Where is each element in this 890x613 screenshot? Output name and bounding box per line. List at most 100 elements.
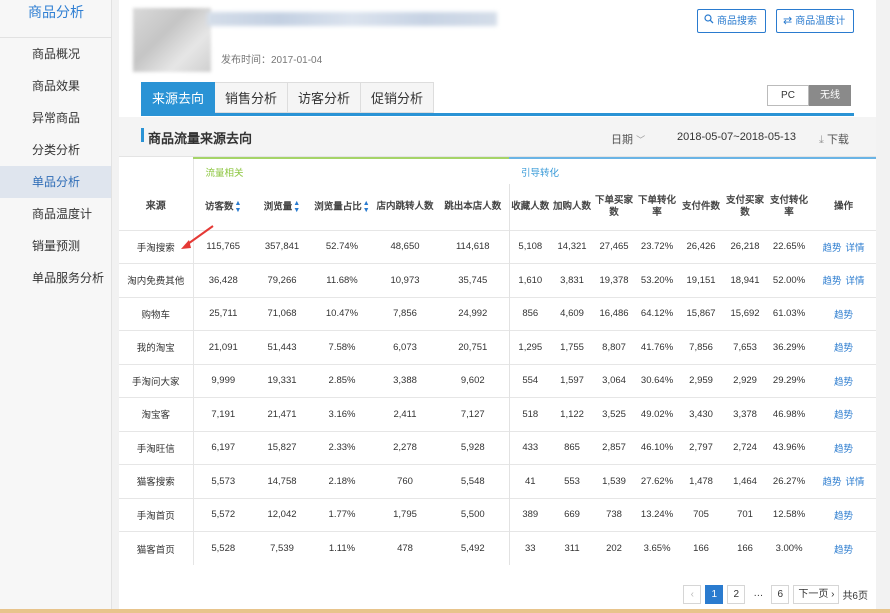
sidebar-item[interactable]: 销量预测 [0, 230, 111, 262]
trend-link[interactable]: 趋势 [834, 410, 853, 421]
trend-link[interactable]: 趋势 [823, 477, 842, 488]
download-label: 下载 [826, 134, 849, 146]
date-dropdown[interactable]: 日期 ﹀ [611, 131, 645, 147]
detail-link[interactable]: 详情 [846, 276, 865, 287]
column-header-row: 来源 访客数▲ ▼ 浏览量▲ ▼ 浏览量占比▲ ▼ 店内跳转人数 跳出本店人数 收藏人… [119, 184, 876, 230]
table-cell: 19,151 [679, 263, 724, 297]
pagination-total: 共6页 [842, 591, 868, 602]
sidebar-item[interactable]: 商品效果 [0, 70, 111, 102]
pagination-prev-button[interactable]: ‹ [683, 585, 702, 604]
table-cell: 738 [593, 497, 636, 532]
table-cell: 43.96% [767, 430, 812, 465]
operations-cell: 趋势 [811, 330, 877, 364]
table-cell: 7,539 [253, 531, 311, 565]
header-out-store-jump: 跳出本店人数 [444, 200, 502, 212]
product-title-blurred[interactable] [207, 12, 497, 26]
sidebar-item[interactable]: 分类分析 [0, 134, 111, 166]
table-cell: 1,795 [373, 497, 437, 532]
traffic-source-table: 流量相关 引导转化 来源 访客数▲ ▼ 浏览量▲ ▼ 浏览量占比▲ ▼ 店内跳转人数 … [119, 157, 877, 565]
main-panel: 发布时间：2017-01-04 商品搜索 ⇄ 商品温度计 来源去向 销售分析 访客… [119, 0, 877, 613]
table-cell: 24,992 [437, 296, 510, 331]
pagination-page-2[interactable]: 2 [727, 585, 746, 604]
table-cell: 8,807 [593, 330, 636, 364]
trend-link[interactable]: 趋势 [823, 243, 842, 254]
sidebar-item[interactable]: 单品服务分析 [0, 262, 111, 294]
sidebar-item[interactable]: 单品分析 [0, 166, 111, 198]
trend-link[interactable]: 趋势 [834, 545, 853, 556]
table-cell: 3,430 [679, 397, 724, 431]
table-cell: 311 [551, 531, 594, 565]
table-cell: 16,486 [593, 296, 636, 331]
table-cell: 5,928 [437, 430, 510, 465]
table-cell: 2,278 [373, 430, 437, 465]
trend-link[interactable]: 趋势 [823, 276, 842, 287]
sidebar: 商品分析 商品概况 商品效果 异常商品 分类分析 单品分析 商品温度计 销量预测 单品服务分析 [0, 0, 112, 613]
download-button[interactable]: ⤓ 下载 [819, 131, 849, 147]
table-cell: 9,602 [437, 363, 510, 398]
device-pc-button[interactable]: PC [767, 85, 809, 106]
table-cell: 3,831 [551, 263, 594, 297]
table-cell: 865 [551, 430, 594, 465]
pagination-next-button[interactable]: 下一页 › [793, 585, 840, 604]
source-cell: 手淘首页 [119, 497, 194, 532]
header-pageviews[interactable]: 浏览量▲ ▼ [253, 184, 311, 230]
tab-sales-analysis[interactable]: 销售分析 [215, 82, 289, 113]
trend-link[interactable]: 趋势 [834, 343, 853, 354]
table-cell: 5,108 [508, 229, 552, 264]
table-cell: 19,378 [593, 263, 636, 297]
source-cell: 猫客搜索 [119, 464, 194, 498]
source-cell: 手淘问大家 [119, 363, 194, 398]
header-pv-ratio-label: 浏览量占比 [314, 201, 362, 213]
sidebar-item[interactable]: 商品温度计 [0, 198, 111, 230]
pagination: ‹ 1 2 … 6 下一页 › 共6页 [679, 585, 868, 604]
sidebar-item[interactable]: 商品概况 [0, 38, 111, 70]
detail-link[interactable]: 详情 [846, 477, 865, 488]
table-cell: 35,745 [437, 263, 510, 297]
table-cell: 1.11% [311, 531, 373, 565]
table-row: 手淘首页 5,572 12,042 1.77% 1,795 5,500 389 669 738 1… [119, 497, 877, 532]
table-cell: 3.65% [635, 531, 680, 565]
header-pay-items: 支付件数 [682, 200, 721, 212]
table-cell: 46.98% [767, 397, 812, 431]
pagination-page-6[interactable]: 6 [771, 585, 790, 604]
table-cell: 1,464 [723, 464, 768, 498]
table-cell: 15,692 [723, 296, 768, 331]
product-thermometer-button[interactable]: ⇄ 商品温度计 [776, 9, 855, 33]
table-body: 手淘搜索 115,765 357,841 52.74% 48,650 114,618 5,1… [119, 229, 877, 565]
table-row: 猫客搜索 5,573 14,758 2.18% 760 5,548 41 553 1,539 27… [119, 464, 877, 498]
trend-link[interactable]: 趋势 [834, 511, 853, 522]
sidebar-item[interactable]: 异常商品 [0, 102, 111, 134]
device-wireless-button[interactable]: 无线 [809, 85, 851, 106]
trend-link[interactable]: 趋势 [834, 377, 853, 388]
table-cell: 2,411 [373, 397, 437, 431]
table-cell: 856 [508, 296, 552, 331]
table-row: 购物车 25,711 71,068 10.47% 7,856 24,992 856 4,609… [119, 296, 877, 331]
detail-link[interactable]: 详情 [846, 243, 865, 254]
group-header-row: 流量相关 引导转化 [119, 157, 877, 184]
product-search-button[interactable]: 商品搜索 [697, 9, 766, 33]
table-cell: 51,443 [253, 330, 311, 364]
section-header: 商品流量来源去向 日期 ﹀ 2018-05-07~2018-05-13 ⤓ 下载 [119, 117, 876, 157]
trend-link[interactable]: 趋势 [834, 444, 853, 455]
group-traffic: 流量相关 [193, 157, 510, 184]
tab-promotion-analysis[interactable]: 促销分析 [361, 82, 435, 113]
table-cell: 2,959 [679, 363, 724, 398]
source-cell: 淘宝客 [119, 397, 194, 431]
operations-cell: 趋势 [811, 497, 877, 532]
pagination-page-1[interactable]: 1 [705, 585, 724, 604]
header-visitors-label: 访客数 [205, 201, 234, 213]
table-cell: 5,573 [193, 464, 253, 498]
tab-visitor-analysis[interactable]: 访客分析 [288, 82, 362, 113]
trend-link[interactable]: 趋势 [834, 310, 853, 321]
table-cell: 2.85% [311, 363, 373, 398]
table-cell: 15,867 [679, 296, 724, 331]
table-cell: 2.33% [311, 430, 373, 465]
product-search-label: 商品搜索 [717, 16, 757, 27]
tab-source-destination[interactable]: 来源去向 [141, 82, 216, 113]
table-cell: 14,758 [253, 464, 311, 498]
operations-cell: 趋势 [811, 531, 877, 565]
header-pv-ratio[interactable]: 浏览量占比▲ ▼ [311, 184, 373, 230]
table-cell: 3.00% [767, 531, 812, 565]
product-thumbnail[interactable] [133, 8, 211, 72]
table-cell: 2.18% [311, 464, 373, 498]
